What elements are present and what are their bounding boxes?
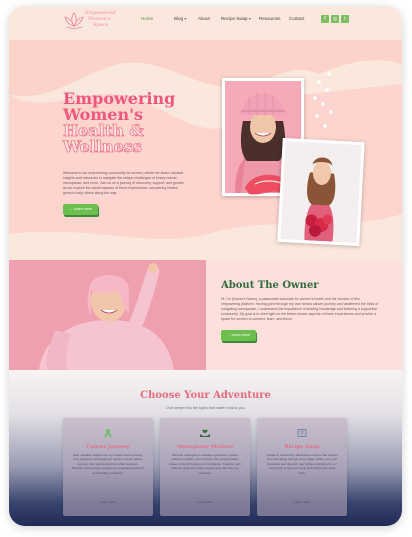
card-recipe-swap[interactable]: Recipe Swap Indulge in nourishing, whole…: [257, 418, 347, 516]
card-learn-more-link[interactable]: Learn more: [257, 500, 347, 504]
decorative-dots: [313, 72, 333, 128]
about-heading: About The Owner: [221, 280, 319, 291]
recipe-book-icon: [297, 429, 307, 437]
brand-logo[interactable]: Empowered Women's Space: [63, 10, 121, 30]
nav-item-home[interactable]: Home: [141, 16, 153, 21]
ribbon-icon: [104, 429, 112, 438]
hero-heading: Empowering Women's Health & Wellness: [63, 91, 193, 155]
card-learn-more-link[interactable]: Learn more: [63, 500, 153, 504]
adventure-heading: Choose Your Adventure: [140, 390, 271, 401]
card-description: Gain valuable insights into my breast ca…: [71, 453, 145, 475]
adventure-section: Choose Your Adventure Dive deeper into t…: [9, 370, 402, 526]
about-section: About The Owner Hi, I'm [Owner's Name], …: [9, 260, 402, 370]
card-description: Discover strategies to manage symptoms, …: [169, 453, 241, 475]
about-description: Hi, I'm [Owner's Name], a passionate adv…: [221, 297, 379, 321]
twitter-icon[interactable]: t: [341, 15, 349, 23]
chevron-down-icon: ▾: [248, 16, 251, 21]
adventure-subheading: Dive deeper into the topics that matter …: [166, 406, 245, 410]
about-learn-more-button[interactable]: → Learn more: [221, 330, 256, 341]
hero-photo-flowers: [277, 137, 365, 247]
instagram-icon[interactable]: ◎: [331, 15, 339, 23]
chevron-down-icon: ▾: [184, 16, 187, 21]
card-learn-more-link[interactable]: Learn more: [160, 500, 250, 504]
card-title: Cancer Journey: [86, 444, 130, 450]
nav-item-blog-label: Blog: [174, 16, 184, 21]
woman-flowers-image: [280, 141, 362, 243]
site-header: Empowered Women's Space Home Blog ▾ Abou…: [9, 6, 402, 34]
nav-item-recipe-swap[interactable]: Recipe Swap ▾: [221, 16, 251, 21]
hero-section: Empowering Women's Health & Wellness Wel…: [9, 34, 402, 260]
hero-description: Welcome to our empowering community for …: [63, 171, 184, 195]
card-title: Menopause Matters: [177, 444, 233, 450]
hero-heading-line4: Wellness: [63, 137, 142, 156]
nav-item-blog[interactable]: Blog ▾: [174, 16, 186, 21]
nav-item-about[interactable]: About: [198, 16, 210, 21]
hero-learn-more-button[interactable]: → Learn more: [63, 204, 98, 215]
nav-item-resources[interactable]: Resources: [259, 16, 281, 21]
brand-name-line3: Space: [93, 22, 109, 28]
nav-item-contact[interactable]: Contact: [289, 16, 305, 21]
nav-item-recipe-swap-label: Recipe Swap: [221, 16, 248, 21]
owner-photo: [9, 260, 206, 370]
lotus-icon: [64, 12, 84, 29]
brand-name: Empowered Women's Space: [85, 10, 125, 28]
hands-heart-icon: [200, 429, 210, 437]
website-screenshot: Empowered Women's Space Home Blog ▾ Abou…: [9, 6, 402, 526]
woman-pink-coat-image: [9, 260, 206, 370]
card-menopause-matters[interactable]: Menopause Matters Discover strategies to…: [160, 418, 250, 516]
card-description: Indulge in nourishing, wholesome recipes…: [266, 453, 338, 475]
card-cancer-journey[interactable]: Cancer Journey Gain valuable insights in…: [63, 418, 153, 516]
facebook-icon[interactable]: f: [321, 15, 329, 23]
card-title: Recipe Swap: [284, 444, 320, 450]
